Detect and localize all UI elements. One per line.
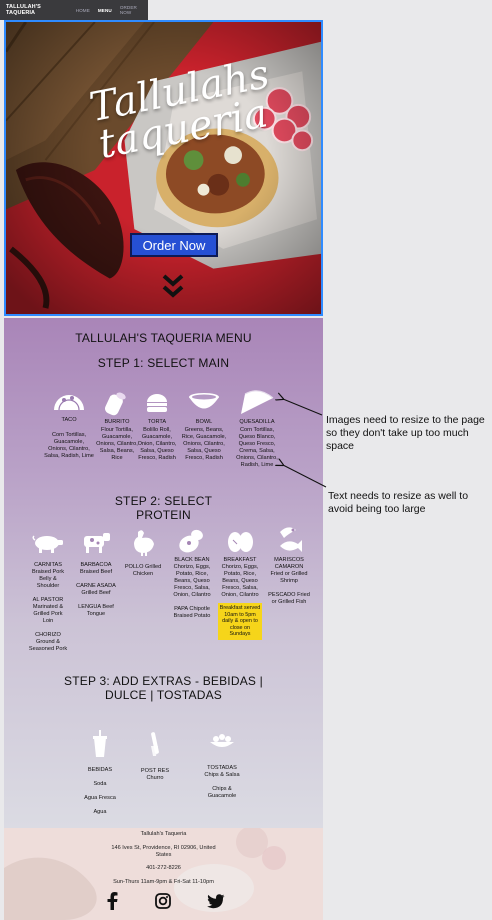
protein-vegetarian[interactable]: BLACK BEAN Chorizo, Eggs, Potato, Rice, … [170,526,214,620]
step1-title: STEP 1: SELECT MAIN [97,356,230,370]
annotation-text-resize: Text needs to resize as well to avoid be… [328,490,469,515]
extra-postres[interactable]: POST RES Churro [136,732,174,782]
twitter-link[interactable] [205,891,227,911]
protein-seafood[interactable]: MARISCOS CAMARON Fried or Grilled Shrimp… [268,524,310,606]
breakfast-hours-note: Breakfast served 10am to 5pm daily & ope… [218,603,262,640]
item-description: Bolillo Roll, Guacamole, Onion, Cilantro… [137,427,177,461]
extra-entry: Agua [93,809,107,815]
extra-name: BEBIDAS [87,767,113,773]
nav-link-menu[interactable]: MENU [98,8,112,13]
protein-breakfast[interactable]: BREAKFAST Chorizo, Eggs, Potato, Rice, B… [216,526,264,640]
churro-icon [151,732,159,756]
cow-icon [84,533,110,553]
protein-chicken[interactable]: POLLO Grilled Chicken [124,528,162,578]
protein-entry: POLLO Grilled Chicken [124,564,162,577]
burrito-icon [104,392,126,416]
order-now-button[interactable]: Order Now [130,233,218,257]
extra-name: POST RES Churro [140,768,170,781]
chicken-icon [134,530,154,556]
extra-name: TOSTADAS Chips & Salsa [204,765,240,778]
menu-title: TALLULAH'S TAQUERIA MENU [75,331,252,345]
top-nav: TALLULAH'S TAQUERIA HOME MENU ORDER NOW [0,0,148,20]
footer-business-name: Tallulah's Taqueria [140,831,187,837]
menu-section: TALLULAH'S TAQUERIA MENU STEP 1: SELECT … [4,318,323,828]
beans-icon [179,529,203,553]
step3-title: STEP 3: ADD EXTRAS - BEBIDAS | DULCE | T… [4,674,323,702]
protein-entry: CHORIZO Ground & Seasoned Pork [28,632,68,652]
item-name: TACO [61,417,77,423]
pig-icon [32,535,63,553]
instagram-link[interactable] [153,891,173,911]
item-description: Corn Tortillas, Guacamole, Onions, Cilan… [44,432,94,459]
item-name: BOWL [195,419,213,425]
step2-title-line-1: STEP 2: SELECT [114,494,213,508]
extra-entry: Agua Fresca [84,795,116,801]
protein-entry: CARNE ASADA Grilled Beef [76,583,116,596]
taco-icon [54,395,84,411]
hero-banner: Tallulahs taqueria Order Now [4,20,323,316]
extra-entry: Soda [93,781,107,787]
protein-entry: MARISCOS CAMARON Fried or Grilled Shrimp [270,557,308,584]
instagram-icon [155,893,171,909]
menu-item-quesadilla[interactable]: QUESADILLA Corn Tortillas, Queso Blanco,… [232,386,282,469]
facebook-icon [107,892,118,910]
protein-entry: LENGUA Beef Tongue [78,604,114,617]
menu-item-torta[interactable]: TORTA Bolillo Roll, Guacamole, Onion, Ci… [134,390,180,462]
annotation-images-resize: Images need to resize to the page so the… [326,414,485,452]
step3-title-line-2: DULCE | TOSTADAS [104,688,222,702]
footer: Tallulah's Taqueria 146 Ives St, Provide… [4,828,323,920]
item-description: Greens, Beans, Rice, Guacamole, Onions, … [181,427,227,461]
nav-brand[interactable]: TALLULAH'S TAQUERIA [6,4,68,16]
protein-pork[interactable]: CARNITAS Braised Pork Belly & Shoulder A… [28,532,68,653]
extra-bebidas[interactable]: BEBIDAS Soda Agua Fresca Agua [78,730,122,816]
eggs-icon [228,532,253,552]
facebook-link[interactable] [102,891,122,911]
protein-entry: AL PASTOR Marinated & Grilled Pork Loin [32,597,64,624]
twitter-icon [207,893,225,908]
torta-icon [147,394,167,412]
step3-title-line-1: STEP 3: ADD EXTRAS - BEBIDAS | [64,674,263,688]
step2-title: STEP 2: SELECT PROTEIN [4,494,323,522]
step2-title-line-2: PROTEIN [136,508,191,522]
item-name: QUESADILLA [239,419,275,425]
item-name: TORTA [147,419,167,425]
protein-entry: BARBACOA Braised Beef [79,562,113,575]
nav-link-home[interactable]: HOME [76,8,90,13]
item-description: Corn Tortillas, Queso Blanco, Queso Fres… [236,427,278,468]
tostada-icon [210,734,234,747]
footer-hours: Sun-Thurs 11am-9pm & Fri-Sat 11-10pm [113,879,214,885]
extra-entry: Chips & Guacamole [207,786,237,799]
extra-tostadas[interactable]: TOSTADAS Chips & Salsa Chips & Guacamole [200,732,244,800]
protein-beef[interactable]: BARBACOA Braised Beef CARNE ASADA Grille… [76,530,116,618]
drink-icon [93,730,107,757]
protein-entry: BREAKFAST Chorizo, Eggs, Potato, Rice, B… [221,557,259,598]
footer-phone[interactable]: 401-272-8226 [4,865,323,872]
quesadilla-icon [241,390,274,414]
protein-entry: PAPA Chipotle Braised Potato [173,606,211,619]
nav-link-order-now[interactable]: ORDER NOW [120,5,148,15]
protein-entry: PESCADO Fried or Grilled Fish [268,592,310,605]
bowl-icon [189,393,219,409]
footer-address[interactable]: 146 Ives St, Providence, RI 02906, Unite… [4,845,323,859]
menu-item-bowl[interactable]: BOWL Greens, Beans, Rice, Guacamole, Oni… [180,390,228,462]
scroll-down-chevron-icon[interactable] [161,272,185,300]
protein-entry: BLACK BEAN Chorizo, Eggs, Potato, Rice, … [173,557,211,598]
protein-entry: CARNITAS Braised Pork Belly & Shoulder [31,562,65,589]
menu-item-taco[interactable]: TACO Corn Tortillas, Guacamole, Onions, … [44,390,94,460]
seafood-icon [280,527,302,552]
